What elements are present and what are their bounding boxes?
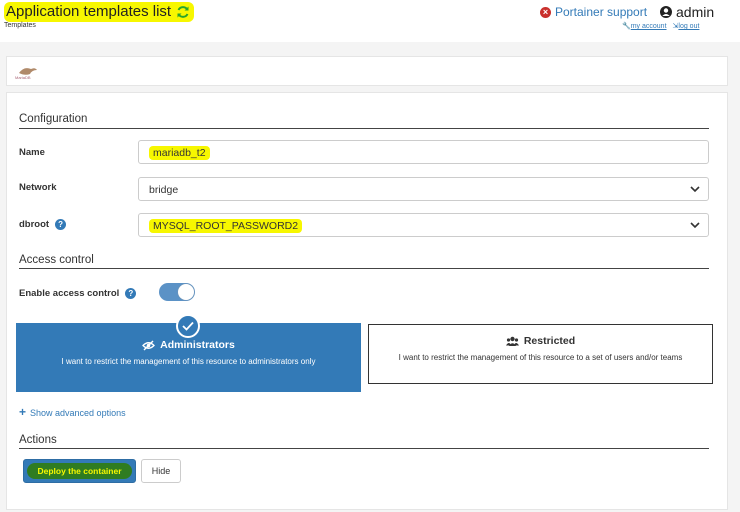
network-value: bridge bbox=[149, 184, 179, 196]
toggle-knob bbox=[178, 284, 194, 300]
administrators-desc: I want to restrict the management of thi… bbox=[61, 357, 316, 366]
show-advanced-options-link[interactable]: + Show advanced options bbox=[19, 405, 126, 419]
page-title: Application templates list bbox=[6, 3, 172, 20]
access-control-toggle[interactable] bbox=[159, 283, 195, 301]
refresh-icon[interactable] bbox=[176, 5, 190, 19]
dbroot-select[interactable]: MYSQL_ROOT_PASSWORD2 bbox=[138, 213, 709, 237]
administrators-title: Administrators bbox=[160, 339, 235, 351]
breadcrumb: Templates bbox=[4, 22, 36, 29]
name-label: Name bbox=[19, 147, 45, 158]
help-icon[interactable]: ? bbox=[125, 288, 137, 299]
page-header: Application templates list Templates × P… bbox=[0, 0, 740, 42]
name-value: mariadb_t2 bbox=[149, 146, 210, 160]
divider bbox=[19, 448, 709, 449]
eye-slash-icon bbox=[142, 340, 156, 350]
name-input[interactable]: mariadb_t2 bbox=[138, 140, 709, 164]
access-control-section-title: Access control bbox=[19, 254, 94, 266]
chevron-down-icon bbox=[690, 186, 700, 193]
my-account-link[interactable]: my account bbox=[631, 23, 667, 30]
username: admin bbox=[676, 4, 715, 20]
deploy-container-button[interactable]: Deploy the container bbox=[23, 459, 136, 483]
selected-check-icon bbox=[176, 314, 200, 338]
wrench-icon: 🔧 bbox=[622, 23, 631, 30]
user-icon bbox=[660, 6, 672, 18]
users-icon bbox=[505, 336, 519, 346]
restricted-option[interactable]: Restricted I want to restrict the manage… bbox=[368, 324, 713, 384]
configuration-section-title: Configuration bbox=[19, 113, 88, 125]
restricted-desc: I want to restrict the management of thi… bbox=[398, 353, 683, 362]
user-links: 🔧my account ⇲log out bbox=[622, 22, 699, 30]
logout-link[interactable]: log out bbox=[678, 23, 699, 30]
close-circle-icon: × bbox=[540, 6, 551, 18]
divider bbox=[19, 268, 709, 269]
enable-access-label-wrap: Enable access control? bbox=[19, 288, 137, 300]
deploy-label: Deploy the container bbox=[27, 463, 132, 479]
dbroot-value: MYSQL_ROOT_PASSWORD2 bbox=[149, 219, 303, 233]
network-select[interactable]: bridge bbox=[138, 177, 709, 201]
network-label: Network bbox=[19, 182, 57, 193]
portainer-support-link[interactable]: × Portainer support bbox=[540, 5, 647, 19]
dbroot-label: dbroot bbox=[19, 219, 50, 231]
plus-icon: + bbox=[19, 405, 27, 419]
template-logo-panel: MariaDB bbox=[6, 56, 728, 86]
title-wrap: Application templates list bbox=[4, 2, 195, 22]
divider bbox=[19, 128, 709, 129]
template-form-panel: Configuration Name mariadb_t2 Network br… bbox=[6, 92, 728, 510]
restricted-title: Restricted bbox=[523, 335, 576, 347]
hide-button[interactable]: Hide bbox=[141, 459, 181, 483]
actions-section-title: Actions bbox=[19, 434, 57, 446]
dbroot-label-wrap: dbroot? bbox=[19, 219, 67, 231]
user-menu: admin bbox=[660, 4, 714, 20]
enable-access-label: Enable access control bbox=[19, 288, 120, 300]
logo-text: MariaDB bbox=[15, 75, 31, 80]
advanced-label: Show advanced options bbox=[30, 408, 126, 418]
help-icon[interactable]: ? bbox=[55, 219, 67, 230]
chevron-down-icon bbox=[690, 222, 700, 229]
support-label: Portainer support bbox=[555, 5, 648, 19]
